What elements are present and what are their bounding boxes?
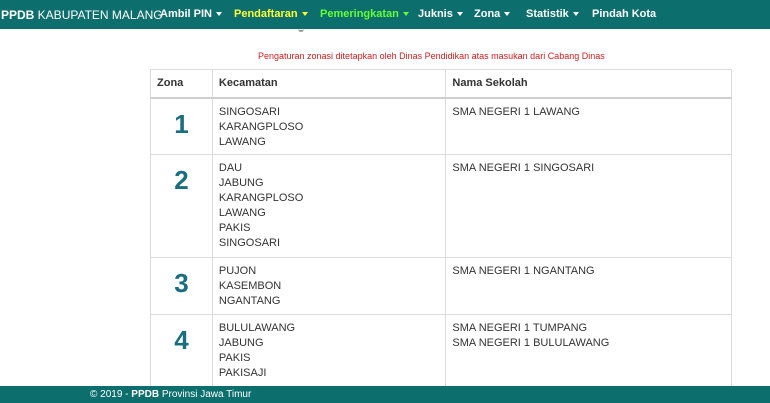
zone-number: 4 [150,314,213,395]
table-row: 3 PUJON KASEMBON NGANTANG SMA NEGERI 1 N… [150,257,732,315]
top-navbar: PPDB KABUPATEN MALANG Ambil PIN Pendafta… [0,0,770,29]
kecamatan-cell: SINGOSARI KARANGPLOSO LAWANG [211,97,447,155]
kecamatan-item: PAKISAJI [218,367,267,380]
footer-brand: PPDB [131,389,160,400]
nav-zona-label: Zona [474,8,501,20]
kecamatan-item: PUJON [218,265,257,277]
sekolah-cell: SMA NEGERI 1 TUMPANG SMA NEGERI 1 BULULA… [445,314,732,395]
chevron-down-icon [504,12,511,16]
footer-prefix: © 2019 - [90,389,132,400]
sekolah-item: SMA NEGERI 1 LAWANG [452,105,580,118]
kecamatan-item: NGANTANG [218,295,281,308]
sekolah-cell: SMA NEGERI 1 LAWANG [445,97,732,155]
zone-number: 2 [150,154,213,258]
footer-copyright: © 2019 - PPDB Provinsi Jawa Timur [90,389,251,400]
nav-statistik-label: Statistik [526,8,569,20]
sekolah-cell: SMA NEGERI 1 SINGOSARI [445,154,732,258]
kecamatan-item: KARANGPLOSO [218,120,304,133]
kecamatan-item: LAWANG [218,207,266,220]
brand-bold: PPDB [1,7,35,22]
kecamatan-item: LAWANG [218,135,266,148]
nav-ambil-pin[interactable]: Ambil PIN [160,8,222,20]
sekolah-item: SMA NEGERI 1 TUMPANG [452,322,588,334]
kecamatan-item: BULULAWANG [218,322,296,334]
kecamatan-item: PAKIS [218,222,251,235]
kecamatan-item: SINGOSARI [218,105,281,118]
table-row: 1 SINGOSARI KARANGPLOSO LAWANG SMA NEGER… [150,97,732,155]
nav-pemeringkatan[interactable]: Pemeringkatan [320,8,409,20]
nav-zona[interactable]: Zona [474,8,511,20]
partial-heading-mark [298,29,304,32]
nav-pendaftaran[interactable]: Pendaftaran [234,8,308,20]
kecamatan-item: SINGOSARI [218,237,281,250]
kecamatan-item: KARANGPLOSO [218,192,304,205]
footer-suffix: Provinsi Jawa Timur [159,389,252,400]
nav-pindah-kota[interactable]: Pindah Kota [592,8,656,20]
kecamatan-item: DAU [218,162,243,174]
chevron-down-icon [402,12,409,16]
nav-pemeringkatan-label: Pemeringkatan [320,8,399,20]
nav-pindah-kota-label: Pindah Kota [592,8,657,20]
sekolah-item: SMA NEGERI 1 NGANTANG [452,265,595,277]
kecamatan-item: JABUNG [218,177,264,190]
sekolah-item: SMA NEGERI 1 SINGOSARI [452,162,595,174]
nav-juknis[interactable]: Juknis [418,8,463,20]
kecamatan-cell: BULULAWANG JABUNG PAKIS PAKISAJI [211,314,447,395]
table-header-row: Zona Kecamatan Nama Sekolah [150,69,732,99]
zone-number: 1 [150,97,213,155]
sekolah-item: SMA NEGERI 1 BULULAWANG [452,337,610,350]
chevron-down-icon [572,12,579,16]
chevron-down-icon [456,12,463,16]
kecamatan-item: PAKIS [218,352,251,365]
brand-text: KABUPATEN MALANG [34,7,163,22]
sekolah-cell: SMA NEGERI 1 NGANTANG [445,257,732,315]
kecamatan-cell: PUJON KASEMBON NGANTANG [211,257,447,315]
kecamatan-item: JABUNG [218,337,264,350]
nav-statistik[interactable]: Statistik [526,8,579,20]
header-nama-sekolah: Nama Sekolah [445,69,732,99]
kecamatan-cell: DAU JABUNG KARANGPLOSO LAWANG PAKIS SING… [211,154,447,258]
header-zona: Zona [150,69,213,99]
nav-ambil-pin-label: Ambil PIN [160,8,212,20]
table-row: 4 BULULAWANG JABUNG PAKIS PAKISAJI SMA N… [150,314,732,395]
nav-juknis-label: Juknis [418,8,453,20]
kecamatan-item: KASEMBON [218,280,282,293]
header-kecamatan: Kecamatan [211,69,447,99]
chevron-down-icon [215,12,222,16]
brand-logo[interactable]: PPDB KABUPATEN MALANG [0,8,163,22]
table-row: 2 DAU JABUNG KARANGPLOSO LAWANG PAKIS SI… [150,154,732,258]
zone-number: 3 [150,257,213,315]
nav-pendaftaran-label: Pendaftaran [234,8,298,20]
zone-table: Zona Kecamatan Nama Sekolah 1 SINGOSARI … [150,69,732,395]
zonation-notice: Pengaturan zonasi ditetapkan oleh Dinas … [258,51,605,61]
chevron-down-icon [301,12,308,16]
page-footer: © 2019 - PPDB Provinsi Jawa Timur [0,386,770,403]
